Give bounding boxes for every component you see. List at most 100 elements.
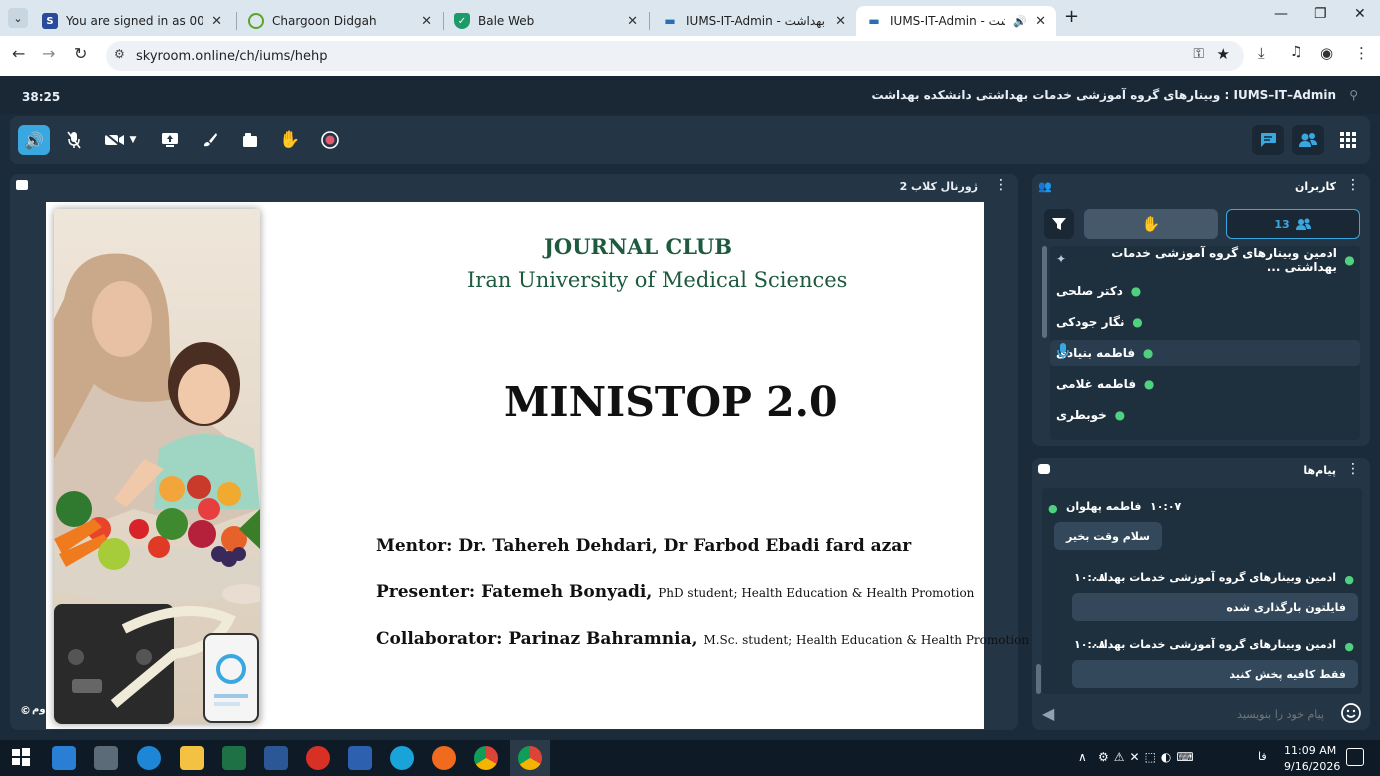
- users-panel-title: کاربران: [1295, 180, 1336, 193]
- room-title: IUMS–IT–Admin : وبینارهای گروه آموزشی خد…: [871, 88, 1336, 102]
- panel-menu-icon[interactable]: ⋮: [1346, 461, 1360, 477]
- key-icon[interactable]: ⚿: [1193, 46, 1204, 62]
- files-button[interactable]: [234, 125, 266, 155]
- user-item[interactable]: ● خوبطری: [1056, 402, 1356, 428]
- message-bubble: فایلتون بارگذاری شده: [1072, 593, 1358, 621]
- chevron-down-icon[interactable]: ▼: [130, 135, 137, 145]
- site-info-icon[interactable]: ⚙: [114, 47, 125, 61]
- restore-button[interactable]: ❐: [1314, 6, 1327, 22]
- slide-mentor-line: Mentor: Dr. Tahereh Dehdari, Dr Farbod E…: [376, 536, 911, 556]
- pin-icon[interactable]: ✦: [1056, 252, 1066, 266]
- app-icon[interactable]: [137, 746, 161, 770]
- send-button[interactable]: ◀: [1042, 704, 1054, 723]
- forward-button[interactable]: →: [42, 44, 55, 63]
- slide-heading-university: Iran University of Medical Sciences: [467, 268, 848, 292]
- shield-icon: ✓: [454, 13, 470, 29]
- users-toggle-button[interactable]: [1292, 125, 1324, 155]
- message-sender: ادمین وبینارهای گروه آموزشی خدمات بهدا..…: [1091, 638, 1336, 651]
- menu-icon[interactable]: ⋮: [1354, 44, 1369, 62]
- messages-panel: پیام‌ها ⋮ ● فاطمه پهلوان ۱۰:۰۷ سلام وقت …: [1032, 458, 1370, 730]
- language-indicator[interactable]: فا: [1258, 750, 1267, 763]
- messages-scrollbar[interactable]: [1036, 664, 1041, 694]
- filter-button[interactable]: [1044, 209, 1074, 239]
- slide-title: MINISTOP 2.0: [504, 378, 838, 426]
- online-user-icon: ●: [1132, 315, 1143, 329]
- clock-time[interactable]: 11:09 AM: [1284, 744, 1336, 757]
- tab-search-button[interactable]: ⌄: [8, 8, 28, 28]
- user-item[interactable]: ● نگار جودکی: [1056, 309, 1356, 335]
- emoji-icon[interactable]: [1340, 702, 1362, 724]
- download-icon[interactable]: ⤓: [1258, 44, 1265, 62]
- excel-icon[interactable]: [222, 746, 246, 770]
- mic-status-icon: ⚲: [1349, 88, 1358, 102]
- word-icon[interactable]: [264, 746, 288, 770]
- notification-icon[interactable]: [1346, 748, 1364, 766]
- camera-off-button[interactable]: ▼: [98, 125, 142, 155]
- profile-icon[interactable]: ◉: [1320, 44, 1333, 62]
- browser-toolbar: ← → ↻ ⚙ skyroom.online/ch/iums/hehp ⚿ ★ …: [0, 36, 1380, 76]
- address-bar[interactable]: ⚙ skyroom.online/ch/iums/hehp ⚿ ★: [106, 41, 1244, 71]
- clock-date[interactable]: 9/16/2026: [1284, 760, 1340, 773]
- browser-tab-1[interactable]: S You are signed in as 002144753 ✕: [32, 6, 232, 36]
- chrome-icon[interactable]: [474, 746, 498, 770]
- online-user-icon: ●: [1114, 408, 1126, 422]
- apps-grid-button[interactable]: [1332, 125, 1364, 155]
- tray-icons: ⚙⚠✕⬚◐⌨: [1098, 750, 1199, 764]
- minimize-button[interactable]: —: [1274, 6, 1288, 22]
- close-icon[interactable]: ✕: [627, 14, 638, 29]
- close-icon[interactable]: ✕: [421, 14, 432, 29]
- user-item[interactable]: ● فاطمه غلامی: [1056, 371, 1356, 397]
- browser-tab-4[interactable]: ▬ IUMS-IT-Admin - دانشکده بهداشت ✕: [652, 6, 856, 36]
- pdf-icon[interactable]: [306, 746, 330, 770]
- panel-menu-icon[interactable]: ⋮: [1346, 177, 1360, 193]
- windows-start-icon[interactable]: [10, 746, 34, 770]
- tray-chevron-icon[interactable]: ∧: [1078, 750, 1087, 764]
- user-name: فاطمه غلامی: [1056, 377, 1137, 391]
- browser-tab-2[interactable]: Chargoon Didgah ✕: [238, 6, 442, 36]
- slide-presenter-line: Presenter: Fatemeh Bonyadi, PhD student;…: [376, 582, 974, 602]
- close-icon[interactable]: ✕: [211, 14, 222, 29]
- new-tab-button[interactable]: +: [1064, 6, 1079, 27]
- message-input[interactable]: [1072, 702, 1324, 726]
- tab-title: IUMS-IT-Admin - ده بهداشت: [890, 14, 1005, 28]
- firefox-icon[interactable]: [432, 746, 456, 770]
- star-icon[interactable]: ★: [1217, 45, 1230, 63]
- share-screen-button[interactable]: [154, 125, 186, 155]
- raise-hand-button[interactable]: ✋: [274, 125, 306, 155]
- online-user-icon: ●: [1142, 346, 1154, 360]
- online-user-icon: ●: [1048, 502, 1058, 515]
- app-icon[interactable]: [94, 746, 118, 770]
- chrome-icon[interactable]: [518, 746, 542, 770]
- back-button[interactable]: ←: [12, 44, 25, 63]
- copyright-label: ©: [20, 704, 31, 717]
- browser-tab-5-active[interactable]: ▬ IUMS-IT-Admin - ده بهداشت 🔊 ✕: [856, 6, 1056, 36]
- mic-muted-button[interactable]: [58, 125, 90, 155]
- record-button[interactable]: [314, 125, 346, 155]
- reload-button[interactable]: ↻: [74, 44, 87, 63]
- panel-menu-icon[interactable]: ⋮: [994, 177, 1008, 193]
- browser-tab-3[interactable]: ✓ Bale Web ✕: [444, 6, 648, 36]
- users-count: 13: [1274, 217, 1290, 231]
- all-users-tab[interactable]: 13: [1226, 209, 1360, 239]
- whiteboard-brush-button[interactable]: [194, 125, 226, 155]
- slide-heading-journal-club: JOURNAL CLUB: [544, 234, 732, 259]
- edge-icon[interactable]: [390, 746, 414, 770]
- mail-icon[interactable]: [52, 746, 76, 770]
- close-icon[interactable]: ✕: [1035, 14, 1046, 29]
- raised-hands-tab[interactable]: ✋: [1084, 209, 1218, 239]
- users-icon: 👥: [1038, 180, 1052, 193]
- close-window-button[interactable]: ✕: [1354, 6, 1366, 22]
- user-item-speaking[interactable]: ● فاطمه بنیادی: [1056, 340, 1356, 366]
- app-icon[interactable]: [348, 746, 372, 770]
- user-item[interactable]: ● دکتر صلحی: [1056, 278, 1356, 304]
- close-icon[interactable]: ✕: [835, 14, 846, 29]
- speaker-button[interactable]: 🔊: [18, 125, 50, 155]
- file-explorer-icon[interactable]: [180, 746, 204, 770]
- media-control-icon[interactable]: ♫: [1290, 44, 1303, 60]
- users-scrollbar[interactable]: [1042, 246, 1047, 338]
- circle-icon: [248, 13, 264, 29]
- chat-toggle-button[interactable]: [1252, 125, 1284, 155]
- user-item-admin[interactable]: ● ادمین وبینارهای گروه آموزشی خدمات بهدا…: [1056, 246, 1356, 274]
- presenter-note: PhD student; Health Education & Health P…: [658, 586, 975, 600]
- audio-icon[interactable]: 🔊: [1013, 15, 1027, 28]
